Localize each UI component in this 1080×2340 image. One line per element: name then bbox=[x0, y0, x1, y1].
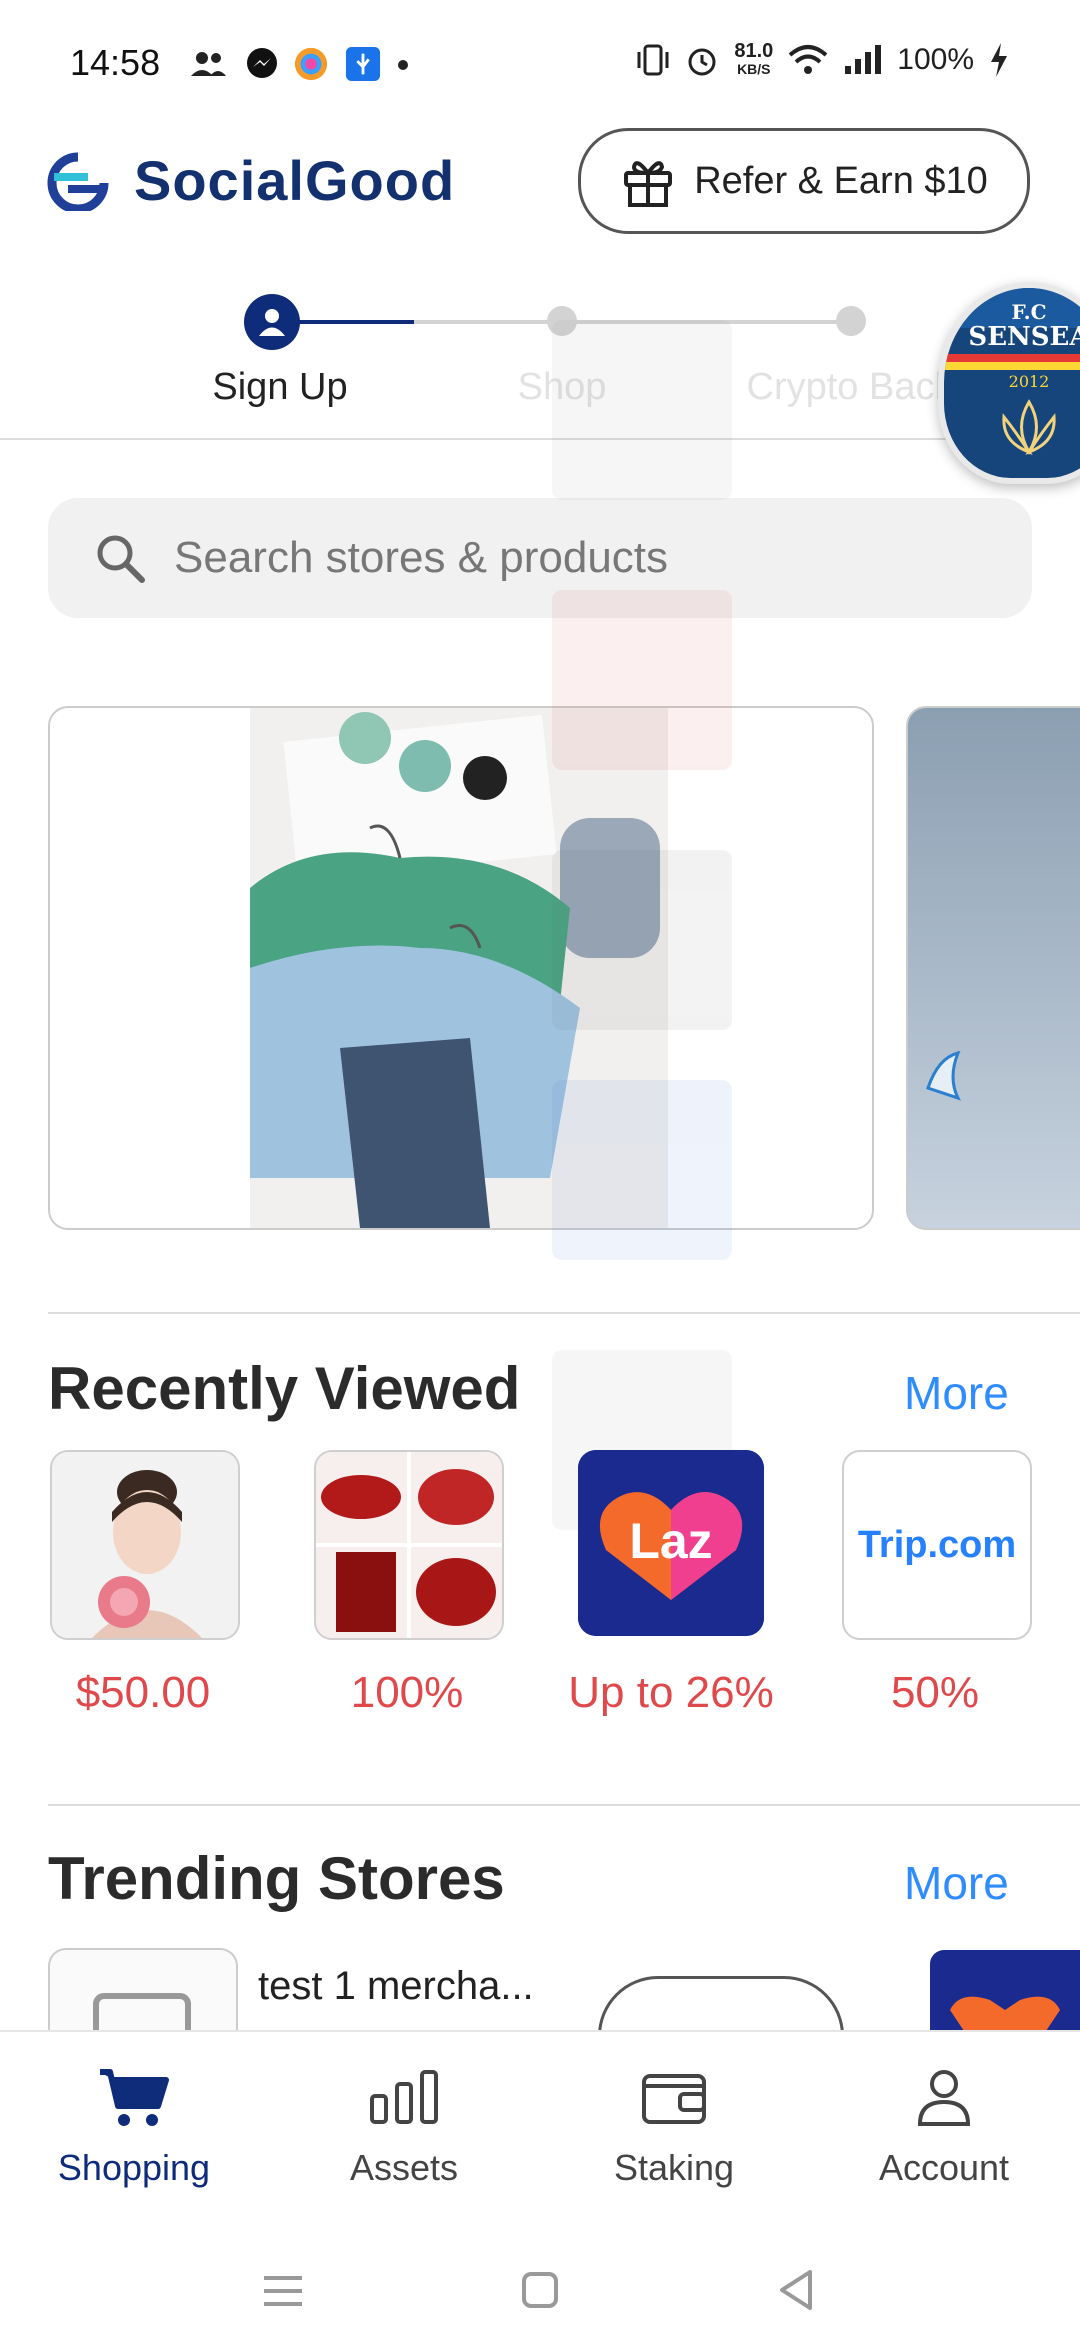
recent-item-value: 50% bbox=[890, 1668, 980, 1717]
recent-item-value: $50.00 bbox=[75, 1668, 211, 1717]
store-thumbnail[interactable] bbox=[48, 1948, 238, 2040]
nav-label: Assets bbox=[349, 2147, 459, 2188]
nav-staking[interactable]: Staking bbox=[554, 2066, 794, 2189]
net-speed: 81.0 KB/S bbox=[734, 40, 774, 77]
charging-icon bbox=[991, 43, 1007, 77]
nav-label: Account bbox=[878, 2147, 1010, 2188]
store-name[interactable]: test 1 mercha... bbox=[258, 1964, 534, 2009]
system-navigation bbox=[0, 2220, 1080, 2340]
lipstick-image bbox=[316, 1452, 502, 1638]
wallet-icon bbox=[642, 2074, 706, 2124]
portrait-image bbox=[52, 1452, 238, 1638]
brand-name: SocialGood bbox=[134, 149, 456, 212]
dot-indicator bbox=[398, 60, 408, 70]
messenger-icon bbox=[247, 48, 277, 78]
search-icon bbox=[97, 535, 145, 583]
gift-icon bbox=[624, 161, 673, 207]
refer-earn-button[interactable]: Refer & Earn $10 bbox=[578, 128, 1030, 234]
socialgood-logo-icon bbox=[47, 152, 109, 211]
user-icon bbox=[259, 309, 285, 336]
bar-chart-icon bbox=[370, 2070, 438, 2124]
wifi-icon bbox=[788, 45, 828, 74]
app-icon bbox=[294, 47, 328, 81]
section-divider bbox=[48, 1312, 1080, 1314]
recent-item-value: 100% bbox=[350, 1668, 464, 1717]
status-bar: 14:58 81.0 KB/S 100% bbox=[0, 0, 1080, 120]
cart-icon bbox=[100, 2069, 169, 2126]
nav-assets[interactable]: Assets bbox=[284, 2066, 524, 2189]
lazada-logo bbox=[950, 1996, 1060, 2040]
recent-item-portrait[interactable] bbox=[50, 1450, 240, 1640]
recent-item-value: Up to 26% bbox=[568, 1668, 774, 1717]
recent-item-lazada[interactable]: Laz bbox=[578, 1450, 764, 1636]
lazada-logo-text: Laz bbox=[629, 1513, 713, 1569]
recent-item-trip[interactable]: Trip.com bbox=[842, 1450, 1032, 1640]
trending-more-link[interactable]: More bbox=[904, 1856, 1009, 1910]
refer-label: Refer & Earn $10 bbox=[694, 159, 988, 202]
bottom-navigation: Shopping Assets Staking Account bbox=[0, 2030, 1080, 2222]
group-icon bbox=[191, 52, 226, 76]
home-icon[interactable] bbox=[520, 2270, 560, 2310]
recently-viewed-more-link[interactable]: More bbox=[904, 1366, 1009, 1420]
battery-percent: 100% bbox=[897, 43, 974, 76]
brand-logo: SocialGood bbox=[40, 148, 455, 213]
menu-icon[interactable] bbox=[262, 2274, 304, 2308]
nav-label: Staking bbox=[613, 2147, 735, 2188]
nav-shopping[interactable]: Shopping bbox=[14, 2066, 254, 2189]
account-icon bbox=[917, 2070, 971, 2126]
nav-label: Shopping bbox=[57, 2147, 211, 2188]
signal-icon bbox=[845, 45, 882, 74]
section-divider bbox=[48, 1804, 1080, 1806]
vibrate-icon bbox=[637, 44, 669, 76]
alarm-icon bbox=[688, 48, 716, 76]
status-right: 81.0 KB/S 100% bbox=[636, 40, 1010, 78]
nav-account[interactable]: Account bbox=[824, 2066, 1064, 2189]
trending-stores-title: Trending Stores bbox=[48, 1845, 505, 1912]
back-icon[interactable] bbox=[776, 2268, 816, 2312]
recent-item-lipstick[interactable] bbox=[314, 1450, 504, 1640]
recently-viewed-title: Recently Viewed bbox=[48, 1355, 521, 1422]
step-signup-marker[interactable] bbox=[244, 294, 300, 350]
trip-logo: Trip.com bbox=[857, 1523, 1017, 1566]
clock: 14:58 bbox=[70, 42, 161, 83]
store-lazada-thumb[interactable] bbox=[930, 1950, 1080, 2040]
step-label-signup: Sign Up bbox=[212, 366, 348, 408]
usb-icon bbox=[345, 46, 381, 82]
